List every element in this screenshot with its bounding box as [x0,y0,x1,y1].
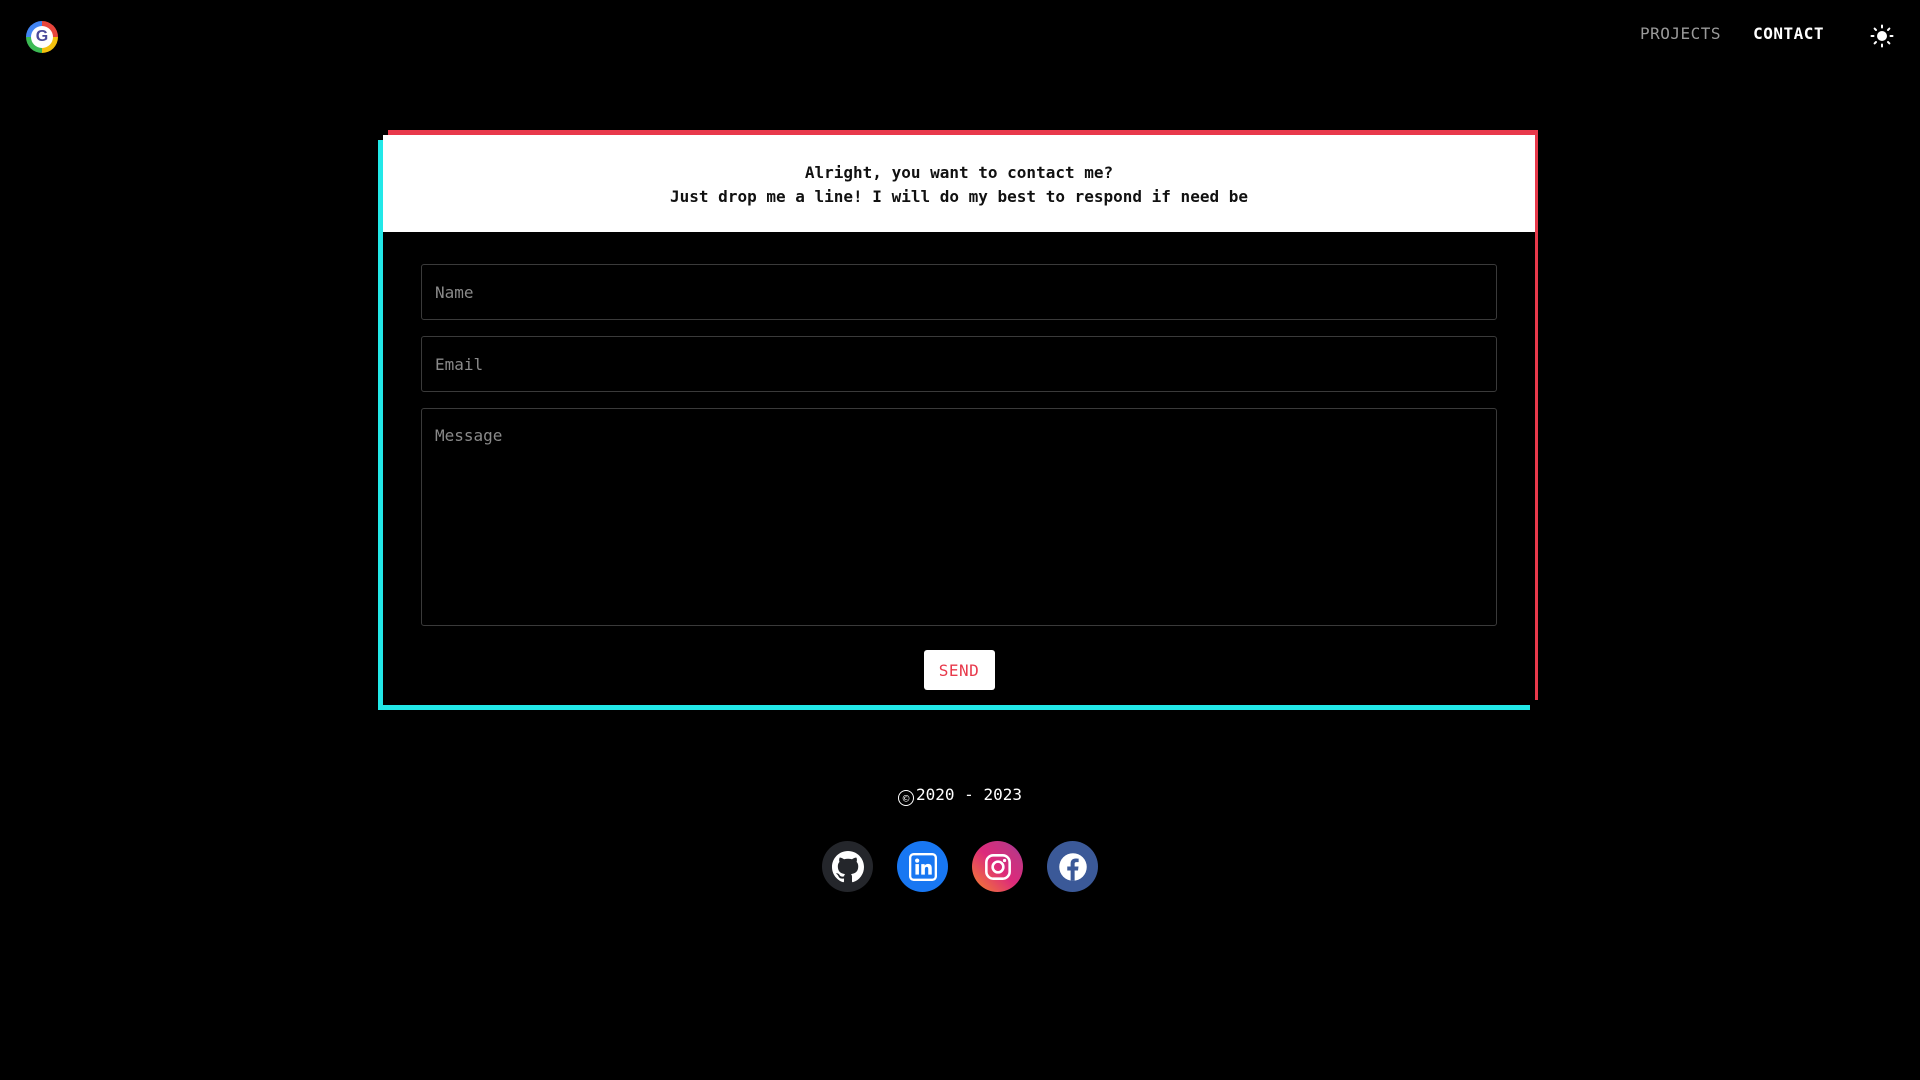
name-input[interactable] [421,264,1497,320]
nav-link-contact[interactable]: CONTACT [1753,24,1824,43]
message-textarea[interactable] [421,408,1497,626]
contact-page: G PROJECTS CONTACT Alright, you want to … [0,0,1920,1080]
send-button[interactable]: SEND [923,650,995,690]
github-link[interactable] [822,841,873,892]
contact-form: SEND [383,264,1535,690]
card-intro: Alright, you want to contact me? Just dr… [383,135,1535,232]
instagram-link[interactable] [972,841,1023,892]
nav-link-projects[interactable]: PROJECTS [1640,24,1721,43]
social-links [0,841,1920,892]
theme-toggle-button[interactable] [1870,24,1894,48]
copyright: © 2020 - 2023 [0,785,1920,806]
linkedin-icon [908,852,937,881]
github-icon [831,850,864,882]
copyright-years: 2020 - 2023 [916,785,1022,804]
send-wrap: SEND [421,650,1497,690]
email-input[interactable] [421,336,1497,392]
instagram-icon [984,853,1011,880]
sun-icon [1870,24,1894,48]
linkedin-link[interactable] [897,841,948,892]
intro-line-1: Alright, you want to contact me? [804,163,1114,182]
top-nav: PROJECTS CONTACT [1640,24,1824,43]
logo[interactable]: G [26,21,58,53]
facebook-link[interactable] [1047,841,1098,892]
logo-letter: G [31,26,53,48]
contact-card: Alright, you want to contact me? Just dr… [378,130,1542,710]
copyright-icon: © [898,790,915,806]
card-body: Alright, you want to contact me? Just dr… [383,135,1535,705]
facebook-icon [1058,852,1087,881]
intro-line-2: Just drop me a line! I will do my best t… [670,187,1248,206]
